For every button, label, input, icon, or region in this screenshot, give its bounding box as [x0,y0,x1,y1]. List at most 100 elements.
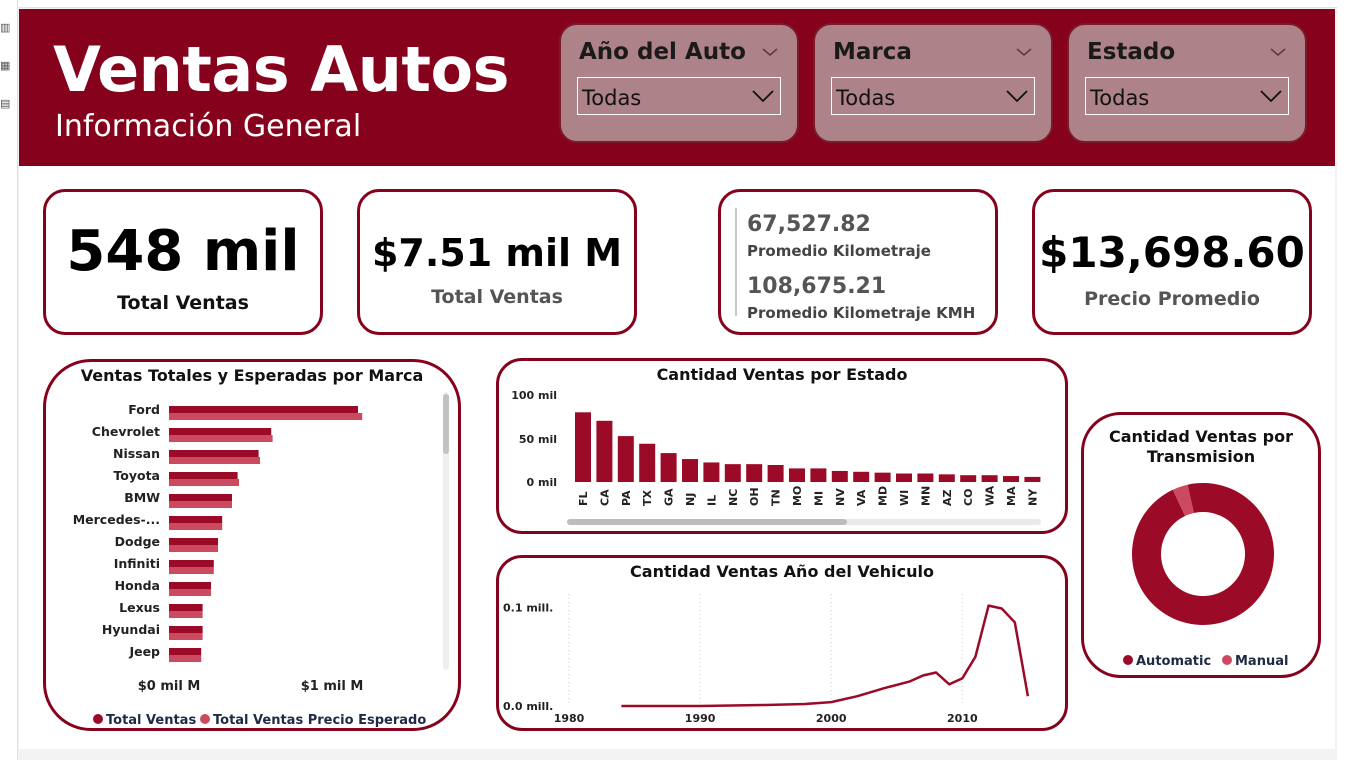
report-canvas: Ventas Autos Información General Año del… [19,9,1335,749]
bar-state [831,470,848,482]
x-tick-label: MD [877,486,890,506]
left-rail: ▥ ▦ ▤ [0,0,18,760]
state-dropdown[interactable]: Todas [1085,77,1289,115]
report-view-icon[interactable]: ▥ [0,22,10,34]
kpi-mileage-kmh-value: 108,675.21 [747,274,887,299]
legend-label: Total Ventas [106,713,196,728]
bar-total-ventas-esperado [169,633,203,640]
brand-dropdown[interactable]: Todas [831,77,1035,115]
bar-total-ventas [169,428,272,435]
x-tick-label: GA [663,488,676,506]
dropdown-arrow-icon[interactable] [752,88,774,104]
x-tick-label: CO [962,489,975,506]
x-tick-label: MA [1005,486,1018,506]
bar-state [703,462,720,482]
chevron-down-icon[interactable] [1269,43,1287,61]
kpi-mileage-value: 67,527.82 [747,212,871,237]
legend-label: Automatic [1136,654,1211,669]
bar-state [1024,476,1041,482]
y-tick-label: 50 mil [519,433,557,446]
state-sales-chart[interactable]: Cantidad Ventas por Estado 0 mil 50 mil 10… [496,358,1068,534]
year-sales-chart[interactable]: Cantidad Ventas Año del Vehiculo 1980 199… [496,555,1068,731]
table-view-icon[interactable]: ▦ [0,60,10,72]
brand-tick-label: Toyota [113,468,160,483]
y-tick-label: 0.1 mill. [503,602,553,615]
x-tick-label: NV [834,488,847,506]
page-subtitle: Información General [55,109,362,144]
year-dropdown[interactable]: Todas [577,77,781,115]
bar-total-ventas [169,604,203,611]
kpi-total-units-value: 548 mil [66,219,300,284]
state-dropdown-value: Todas [1090,86,1150,110]
bar-state [960,475,977,482]
x-tick-label: 1980 [554,712,585,725]
brand-tick-label: BMW [124,490,160,505]
bar-state [810,468,827,482]
chevron-down-icon[interactable] [761,43,779,61]
brand-tick-label: Lexus [119,600,160,615]
donut-slice-automatic [1132,483,1274,625]
scrollbar-thumb [443,394,449,454]
dropdown-arrow-icon[interactable] [1260,88,1282,104]
kpi-avg-price[interactable]: $13,698.60 Precio Promedio [1032,189,1312,335]
bar-total-ventas-esperado [169,435,273,442]
dropdown-arrow-icon[interactable] [1006,88,1028,104]
bar-total-ventas-esperado [169,567,214,574]
brand-tick-label: Jeep [128,644,160,659]
state-chart-svg: 0 mil 50 mil 100 mil FL CA PA TX GA NJ IL NC OH TN MO… [511,389,1041,525]
report-header: Ventas Autos Información General Año del… [19,9,1335,166]
bar-total-ventas [169,626,203,633]
right-rail [1337,0,1347,760]
bar-total-ventas-esperado [169,479,239,486]
brand-tick-label: Honda [115,578,160,593]
bar-state [896,473,912,482]
year-slicer[interactable]: Año del Auto Todas [559,23,799,143]
kpi-mileage-label: Promedio Kilometraje [747,242,931,260]
bar-total-ventas-esperado [169,413,363,420]
kpi-mileage[interactable]: 67,527.82 Promedio Kilometraje 108,675.2… [718,189,998,335]
kpi-total-amount[interactable]: $7.51 mil M Total Ventas [357,189,637,335]
year-dropdown-value: Todas [582,86,642,110]
kpi-accent-bar [735,208,737,316]
bar-total-ventas-esperado [169,611,203,618]
legend-label: Total Ventas Precio Esperado [213,713,426,728]
x-tick-label: WA [984,485,997,506]
x-tick-label: OH [748,487,761,506]
x-tick-label: 2000 [816,712,847,725]
kpi-avg-price-label: Precio Promedio [1084,288,1260,310]
bar-total-ventas [169,516,223,523]
bar-state [853,471,870,482]
y-tick-label: 100 mil [511,389,557,402]
bar-total-ventas-esperado [169,545,218,552]
bar-total-ventas-esperado [169,589,211,596]
brand-slicer[interactable]: Marca Todas [813,23,1053,143]
model-view-icon[interactable]: ▤ [0,98,10,110]
legend-marker-total-ventas [93,714,103,724]
brand-tick-label: Ford [128,402,160,417]
transmission-chart[interactable]: Cantidad Ventas por Transmision Automati… [1081,412,1321,678]
bar-total-ventas [169,406,358,413]
bar-total-ventas [169,582,211,589]
bar-total-ventas [169,538,218,545]
legend-marker-manual [1222,655,1232,665]
kpi-total-amount-value: $7.51 mil M [371,231,623,275]
state-slicer-label: Estado [1087,39,1176,65]
x-tick-label: 2010 [947,712,978,725]
legend-marker-automatic [1123,655,1133,665]
x-tick-label: TN [770,489,783,506]
bar-state [682,459,698,482]
state-slicer[interactable]: Estado Todas [1067,23,1307,143]
x-tick-label: NY [1026,488,1039,506]
bar-total-ventas-esperado [169,523,223,530]
brand-sales-chart[interactable]: Ventas Totales y Esperadas por Marca For… [43,359,461,731]
x-tick-label: WI [898,490,911,506]
kpi-total-units[interactable]: 548 mil Total Ventas [43,189,323,335]
brand-dropdown-value: Todas [836,86,896,110]
brand-tick-label: Nissan [113,446,160,461]
brand-tick-label: Chevrolet [92,424,160,439]
bar-state [938,474,955,482]
x-tick-label: $0 mil M [138,679,201,694]
bar-state [874,472,891,482]
bar-state [981,475,998,482]
chevron-down-icon[interactable] [1015,43,1033,61]
